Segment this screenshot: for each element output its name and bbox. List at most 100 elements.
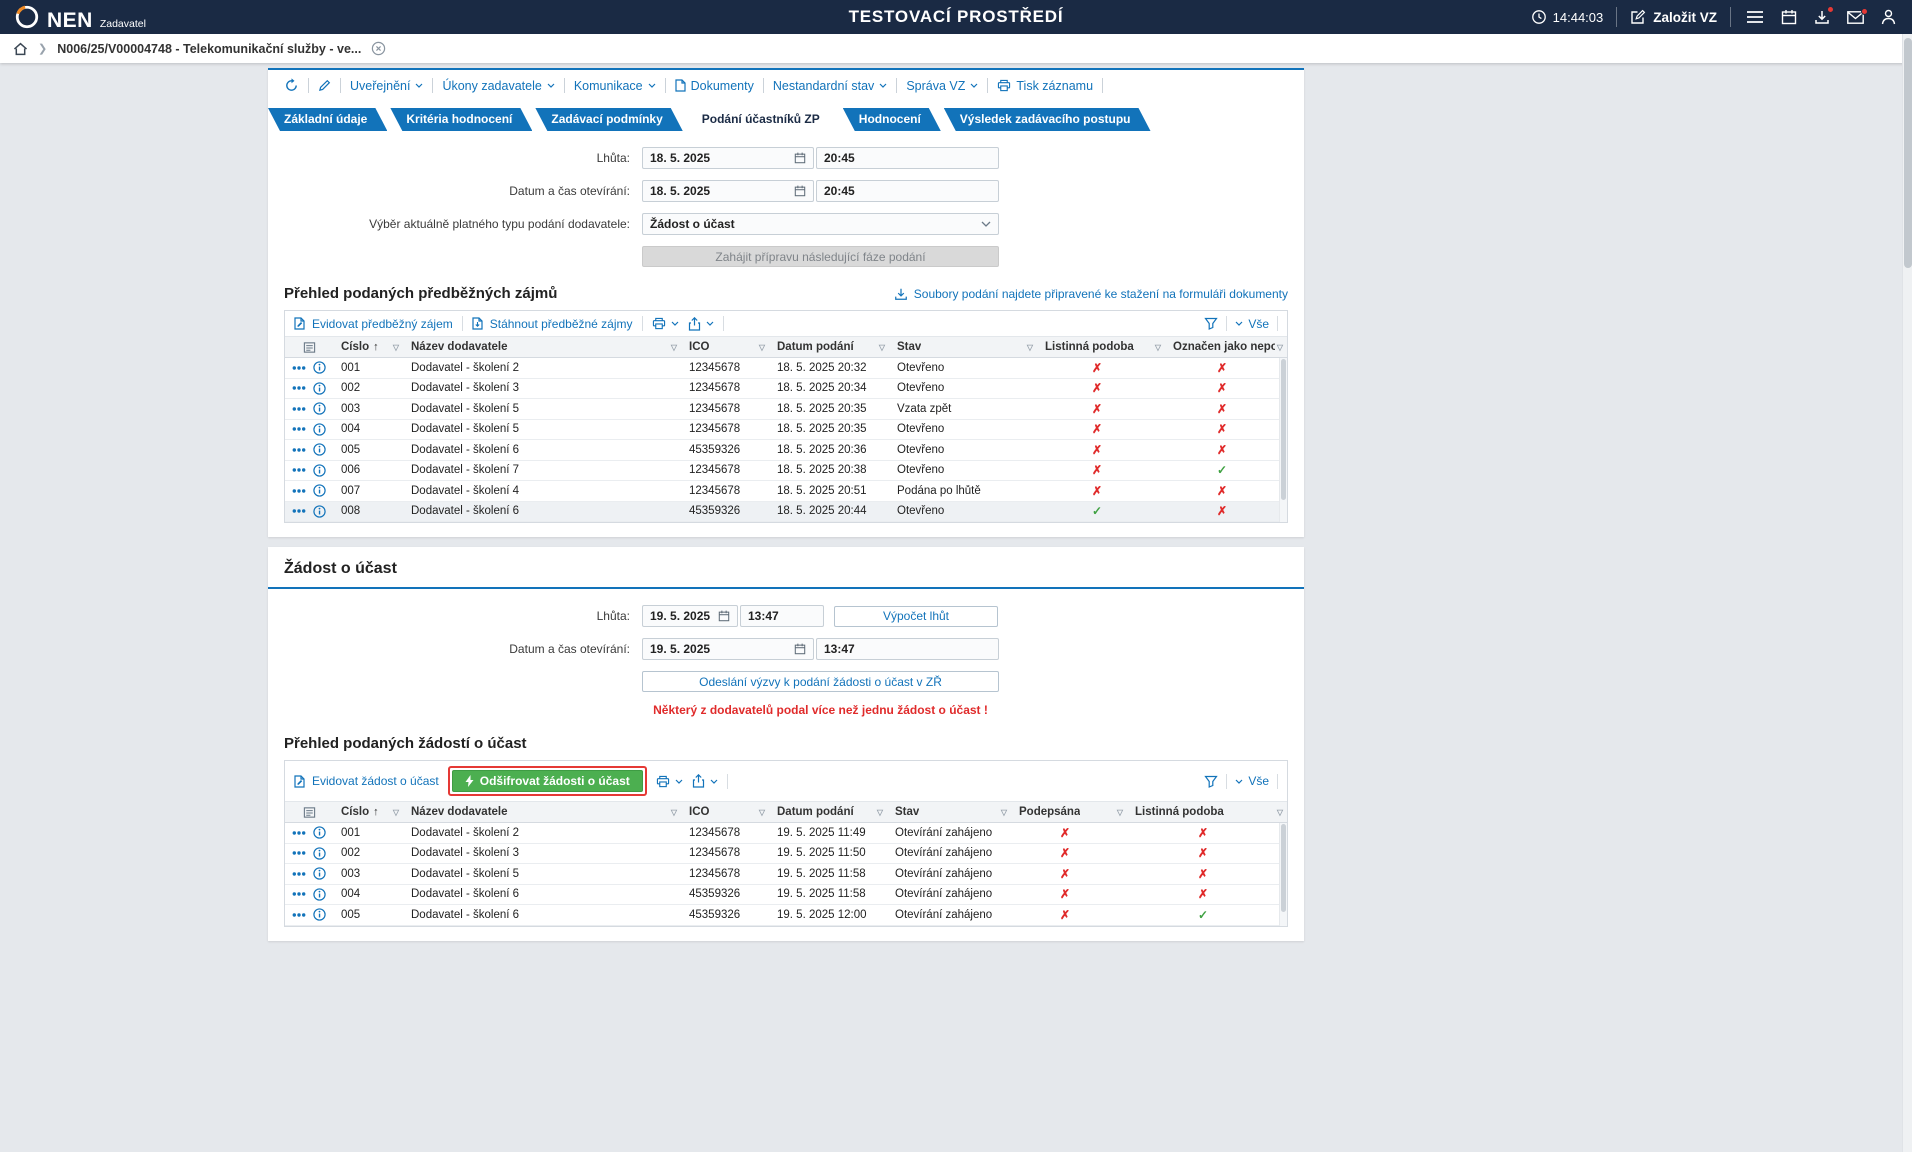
- toolbar-item-dokumenty[interactable]: Dokumenty: [675, 79, 754, 93]
- row-menu-icon[interactable]: [292, 488, 306, 494]
- row-info-icon[interactable]: [313, 382, 326, 395]
- table-row[interactable]: 002 Dodavatel - školení 3 12345678 18. 5. 2…: [285, 378, 1287, 399]
- row-menu-icon[interactable]: [292, 467, 306, 473]
- calendar-picker-icon[interactable]: [794, 185, 806, 197]
- table-row[interactable]: 004 Dodavatel - školení 6 45359326 19. 5. 2…: [285, 884, 1287, 905]
- row-info-icon[interactable]: [313, 888, 326, 901]
- request-deadline-time-field[interactable]: 13:47: [740, 605, 824, 627]
- row-menu-icon[interactable]: [292, 850, 306, 856]
- row-info-icon[interactable]: [313, 361, 326, 374]
- tab-zakladni-udaje[interactable]: Základní údaje: [268, 108, 387, 131]
- row-info-icon[interactable]: [313, 908, 326, 921]
- close-record-icon[interactable]: [371, 41, 386, 56]
- filter-chevron-icon[interactable]: ▽: [1155, 343, 1161, 352]
- grid-select-icon[interactable]: [303, 341, 316, 354]
- print-grid-button[interactable]: [652, 317, 679, 330]
- start-next-phase-button[interactable]: Zahájit přípravu následující fáze podání: [642, 246, 999, 267]
- calendar-picker-icon[interactable]: [794, 643, 806, 655]
- table-row[interactable]: 005 Dodavatel - školení 6 45359326 18. 5. 2…: [285, 440, 1287, 461]
- row-menu-icon[interactable]: [292, 871, 306, 877]
- tab-zadavaci-podminky[interactable]: Zadávací podmínky: [535, 108, 682, 131]
- filter-chevron-icon[interactable]: ▽: [1277, 343, 1283, 352]
- filter-chevron-icon[interactable]: ▽: [393, 343, 399, 352]
- row-info-icon[interactable]: [313, 464, 326, 477]
- toolbar-item-sprava-vz[interactable]: Správa VZ: [906, 79, 978, 93]
- row-info-icon[interactable]: [313, 847, 326, 860]
- downloads-icon[interactable]: [1812, 6, 1834, 27]
- filter-chevron-icon[interactable]: ▽: [879, 343, 885, 352]
- row-info-icon[interactable]: [313, 443, 326, 456]
- column-header[interactable]: Datum podání ▽: [769, 806, 887, 818]
- toolbar-item-ukony-zadavatele[interactable]: Úkony zadavatele: [442, 79, 555, 93]
- column-header[interactable]: Stav ▽: [887, 806, 1011, 818]
- row-menu-icon[interactable]: [292, 385, 306, 391]
- deadline-date-field[interactable]: 18. 5. 2025: [642, 147, 814, 169]
- row-menu-icon[interactable]: [292, 830, 306, 836]
- page-scrollbar[interactable]: [1902, 34, 1912, 1152]
- calendar-icon[interactable]: [1779, 7, 1799, 27]
- opening-time-field[interactable]: 20:45: [816, 180, 999, 202]
- user-icon[interactable]: [1879, 7, 1898, 27]
- filter-chevron-icon[interactable]: ▽: [877, 808, 883, 817]
- filter-chevron-icon[interactable]: ▽: [1001, 808, 1007, 817]
- edit-record-icon[interactable]: [318, 79, 331, 92]
- select-column-header[interactable]: [285, 341, 333, 354]
- row-info-icon[interactable]: [313, 423, 326, 436]
- row-info-icon[interactable]: [313, 505, 326, 518]
- table-row[interactable]: 001 Dodavatel - školení 2 12345678 19. 5. 2…: [285, 823, 1287, 844]
- table-row[interactable]: 008 Dodavatel - školení 6 45359326 18. 5. 2…: [285, 501, 1287, 522]
- grid-scrollbar[interactable]: [1279, 823, 1287, 926]
- column-header[interactable]: Datum podání ▽: [769, 341, 889, 353]
- column-header[interactable]: IČO ▽: [681, 806, 769, 818]
- filter-chevron-icon[interactable]: ▽: [393, 808, 399, 817]
- select-column-header[interactable]: [285, 806, 333, 819]
- calendar-picker-icon[interactable]: [718, 610, 730, 622]
- back-icon[interactable]: [284, 78, 299, 93]
- column-header[interactable]: Listinná podoba ▽: [1037, 341, 1165, 353]
- register-prelim-interest-link[interactable]: Evidovat předběžný zájem: [294, 317, 453, 331]
- filter-chevron-icon[interactable]: ▽: [759, 343, 765, 352]
- tab-vysledek-zadavaciho-postupu[interactable]: Výsledek zadávacího postupu: [944, 108, 1151, 131]
- view-all-dropdown[interactable]: Vše: [1235, 774, 1269, 788]
- messages-icon[interactable]: [1845, 7, 1868, 26]
- filter-icon[interactable]: [1204, 775, 1219, 788]
- column-header[interactable]: Název dodavatele ▽: [403, 341, 681, 353]
- deadline-time-field[interactable]: 20:45: [816, 147, 999, 169]
- table-row[interactable]: 003 Dodavatel - školení 5 12345678 19. 5. 2…: [285, 864, 1287, 885]
- opening-date-field[interactable]: 18. 5. 2025: [642, 180, 814, 202]
- row-menu-icon[interactable]: [292, 426, 306, 432]
- column-header[interactable]: Číslo ↑ ▽: [333, 806, 403, 818]
- submission-files-link[interactable]: Soubory podání najdete připravené ke sta…: [894, 287, 1288, 301]
- toolbar-item-uverejneni[interactable]: Uveřejnění: [350, 79, 423, 93]
- column-header[interactable]: Název dodavatele ▽: [403, 806, 681, 818]
- tab-kriteria-hodnoceni[interactable]: Kritéria hodnocení: [390, 108, 532, 131]
- register-request-link[interactable]: Evidovat žádost o účast: [294, 774, 439, 788]
- grid-scrollbar[interactable]: [1279, 358, 1287, 522]
- column-header[interactable]: Podepsána ▽: [1011, 806, 1127, 818]
- column-header[interactable]: Označen jako nepodaný▽: [1165, 341, 1287, 353]
- row-menu-icon[interactable]: [292, 365, 306, 371]
- filter-chevron-icon[interactable]: ▽: [671, 343, 677, 352]
- column-header[interactable]: IČO ▽: [681, 341, 769, 353]
- row-menu-icon[interactable]: [292, 508, 306, 514]
- export-grid-button[interactable]: [692, 774, 718, 788]
- calendar-picker-icon[interactable]: [794, 152, 806, 164]
- breadcrumb-record[interactable]: N006/25/V00004748 - Telekomunikační služ…: [57, 42, 361, 56]
- table-row[interactable]: 005 Dodavatel - školení 6 45359326 19. 5. 2…: [285, 905, 1287, 926]
- toolbar-item-tisk-zaznamu[interactable]: Tisk záznamu: [997, 79, 1093, 93]
- request-deadline-date-field[interactable]: 19. 5. 2025: [642, 605, 738, 627]
- row-menu-icon[interactable]: [292, 406, 306, 412]
- table-row[interactable]: 007 Dodavatel - školení 4 12345678 18. 5. 2…: [285, 481, 1287, 502]
- view-all-dropdown[interactable]: Vše: [1235, 317, 1269, 331]
- grid-select-icon[interactable]: [303, 806, 316, 819]
- export-grid-button[interactable]: [688, 316, 714, 331]
- calculate-deadlines-button[interactable]: Výpočet lhůt: [834, 605, 998, 627]
- send-invitation-button[interactable]: Odeslání výzvy k podání žádosti o účast …: [642, 671, 999, 692]
- filter-chevron-icon[interactable]: ▽: [671, 808, 677, 817]
- toolbar-item-nestandardni-stav[interactable]: Nestandardní stav: [773, 79, 887, 93]
- filter-chevron-icon[interactable]: ▽: [1277, 808, 1283, 817]
- download-prelim-interests-link[interactable]: Stáhnout předběžné zájmy: [472, 317, 633, 331]
- decrypt-requests-button[interactable]: Odšifrovat žádosti o účast: [451, 770, 643, 792]
- row-info-icon[interactable]: [313, 867, 326, 880]
- request-opening-time-field[interactable]: 13:47: [816, 638, 999, 660]
